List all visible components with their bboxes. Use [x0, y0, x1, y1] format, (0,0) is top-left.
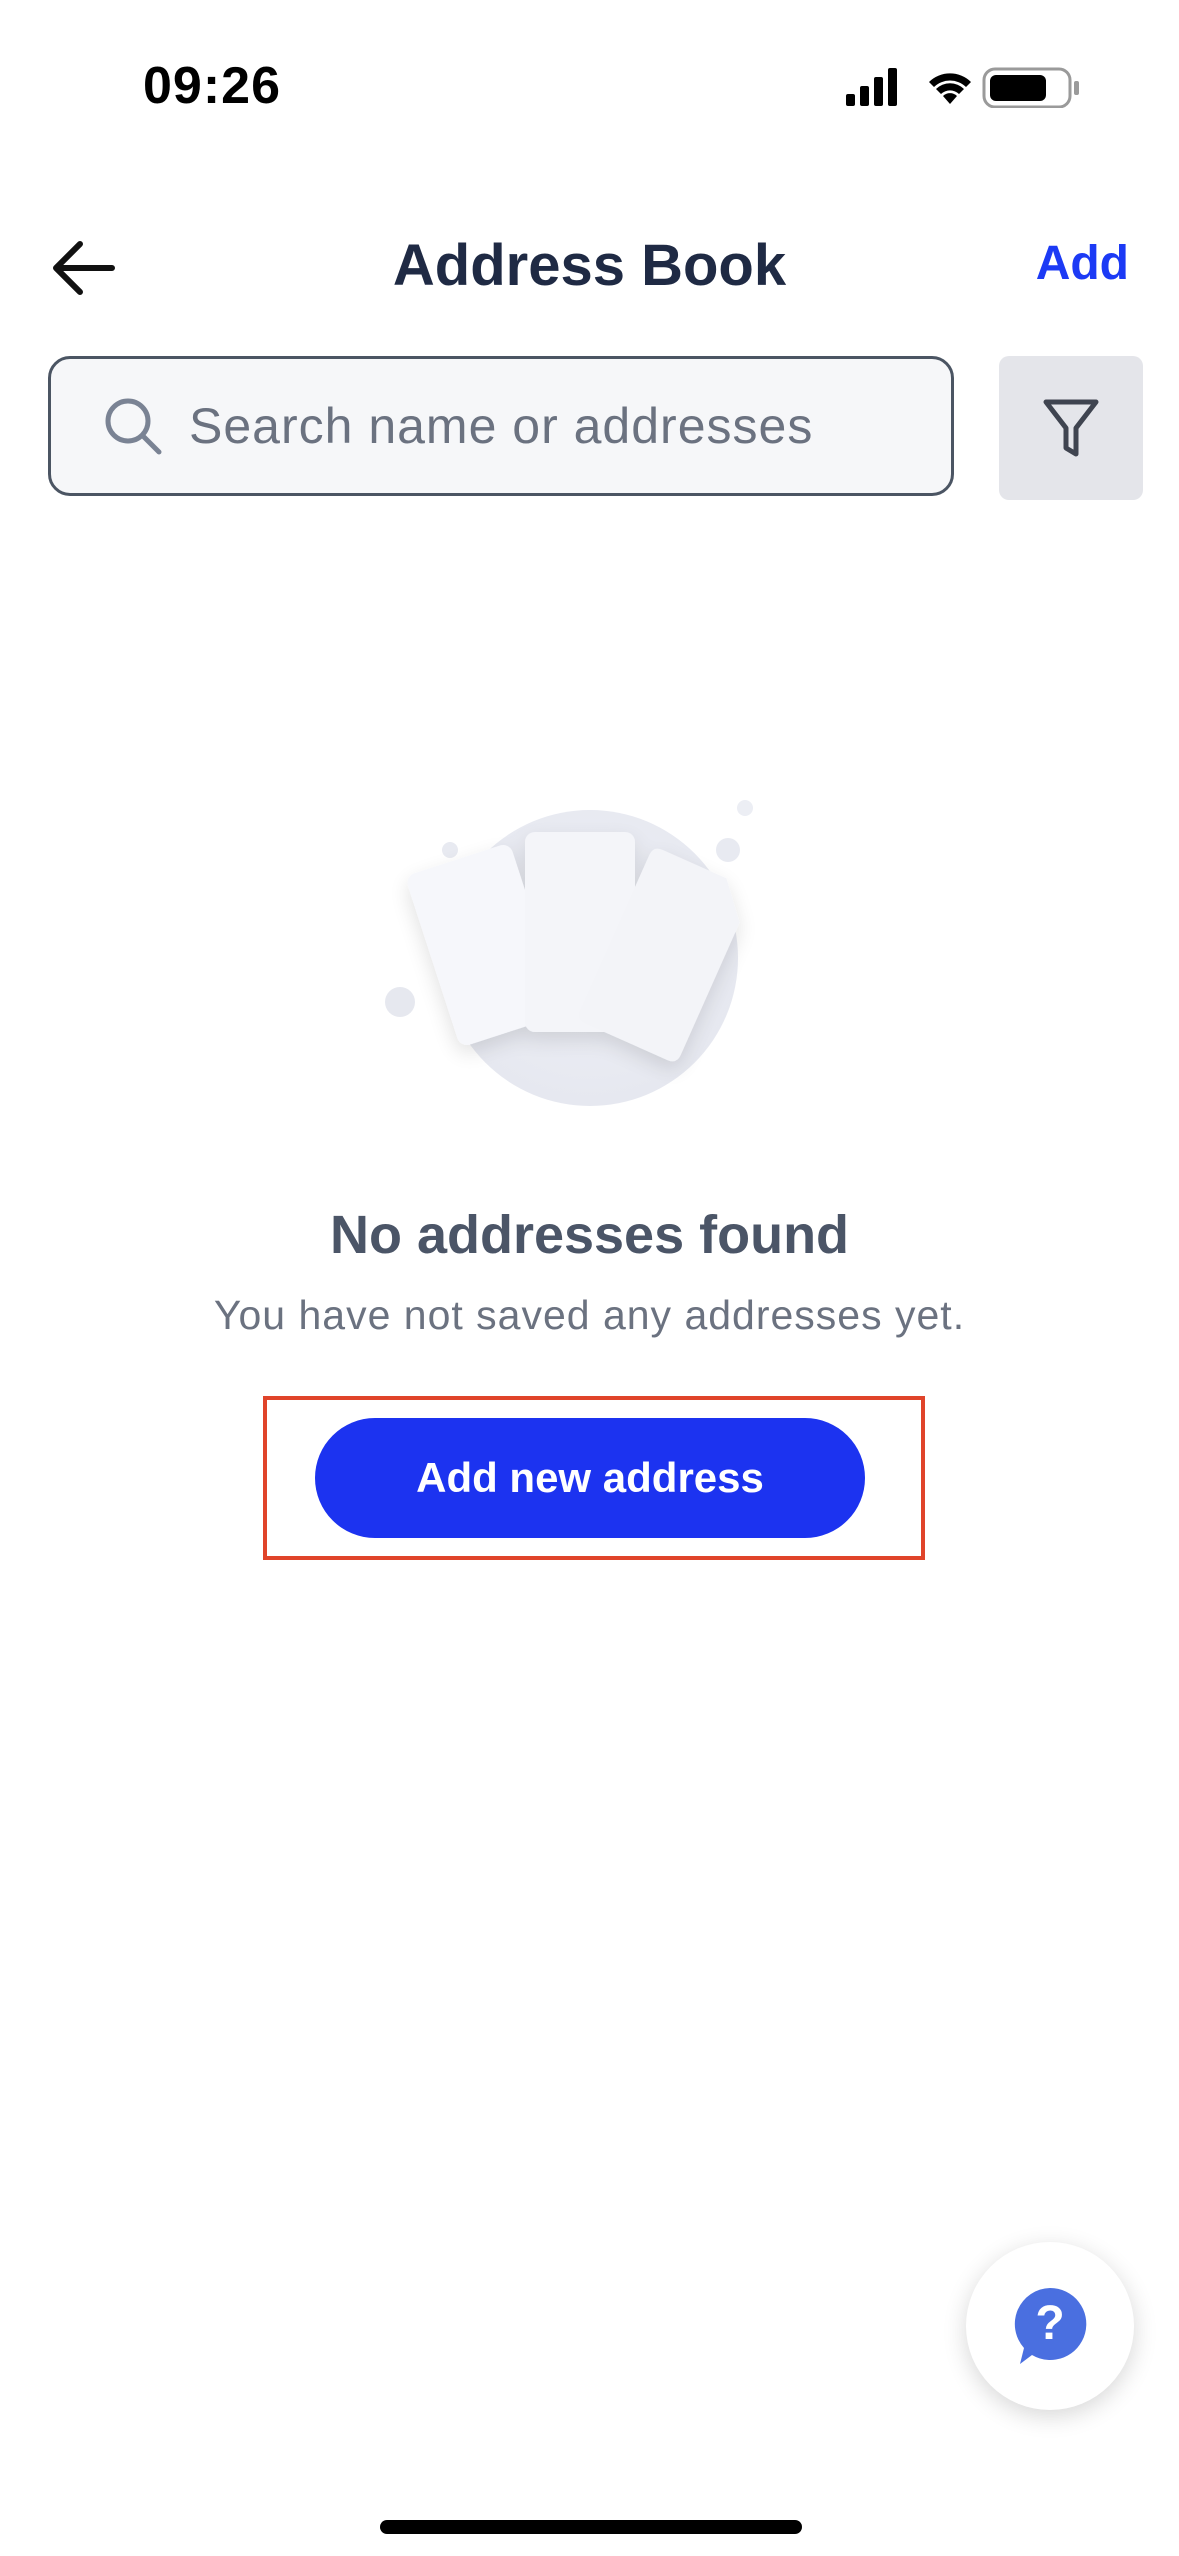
filter-button[interactable]: [999, 356, 1143, 500]
signal-icon: [846, 68, 897, 106]
battery-icon: [982, 67, 1079, 108]
empty-state-title: No addresses found: [329, 1205, 850, 1265]
home-indicator: [380, 2520, 802, 2534]
help-button[interactable]: ?: [966, 2242, 1134, 2410]
wifi-icon: [929, 73, 971, 104]
empty-state-subtitle: You have not saved any addresses yet.: [213, 1292, 966, 1338]
help-icon: ?: [1014, 2287, 1087, 2364]
add-button[interactable]: Add: [1036, 236, 1129, 291]
page-title: Address Book: [392, 233, 787, 298]
search-input[interactable]: [187, 396, 911, 456]
status-time: 09:26: [143, 57, 281, 115]
empty-documents-illustration: [385, 800, 753, 1106]
filter-icon: [1043, 399, 1099, 457]
search-icon: [105, 398, 162, 455]
status-icons: [846, 67, 1079, 108]
address-book-screen: 09:26 Address Book Add Search name or ad…: [0, 0, 1179, 2556]
add-new-address-button[interactable]: Add new address: [315, 1418, 865, 1538]
search-field[interactable]: [48, 356, 954, 496]
svg-text:?: ?: [1035, 2297, 1064, 2350]
